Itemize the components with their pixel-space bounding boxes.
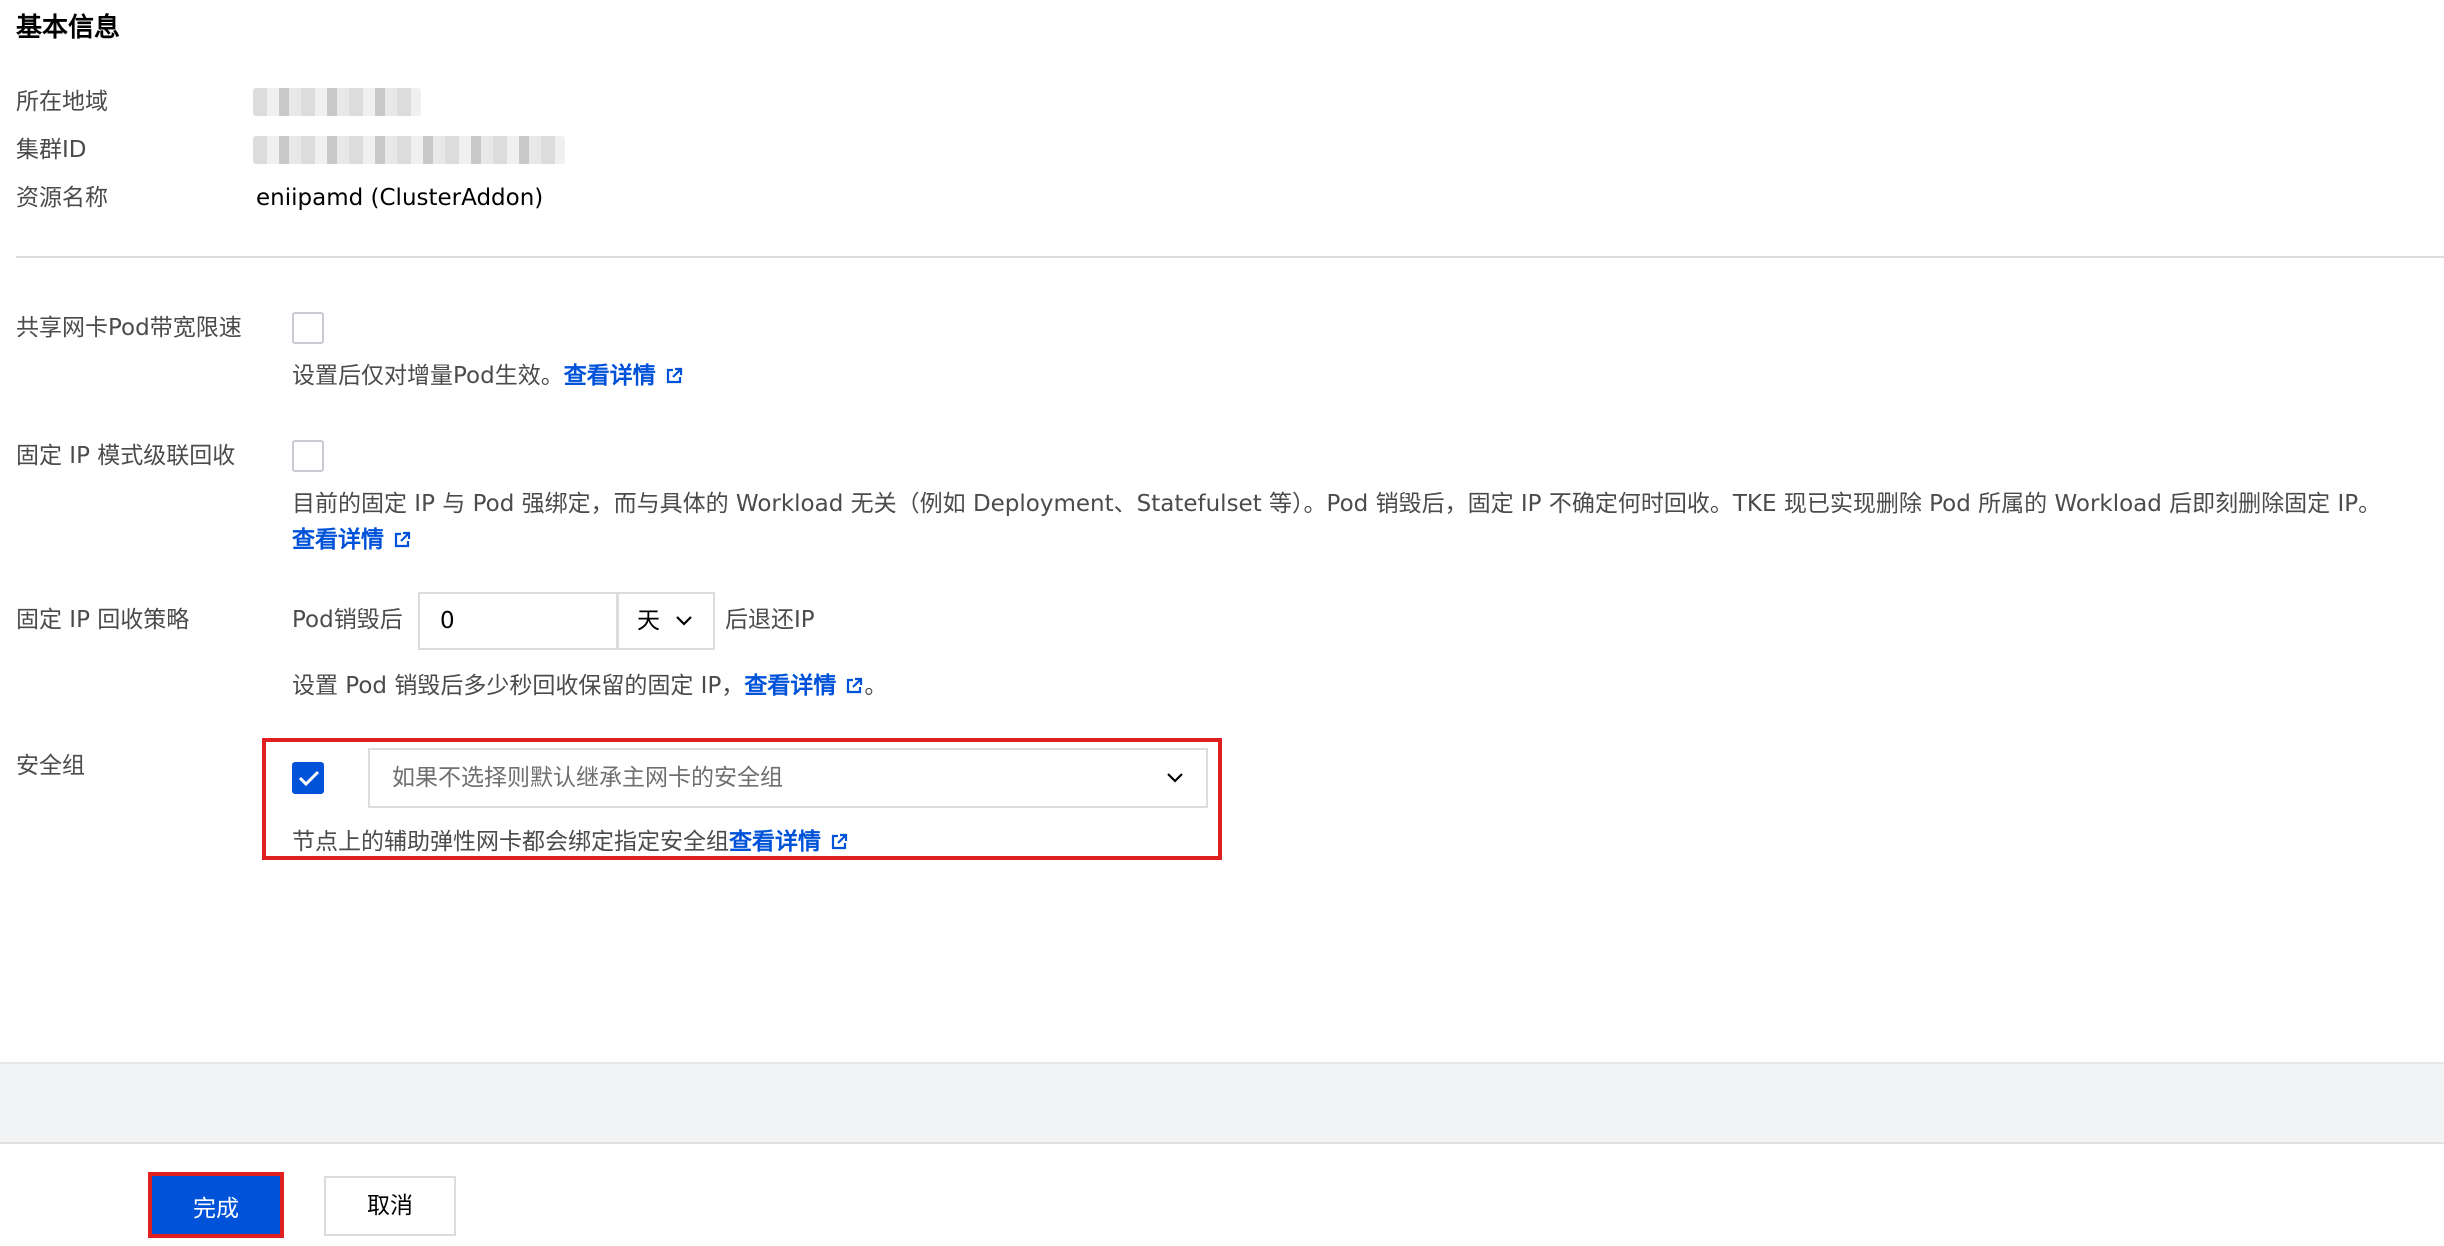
chevron-down-icon bbox=[1167, 773, 1183, 783]
cluster-id-value-redacted bbox=[253, 136, 565, 164]
footer-separator-band bbox=[0, 1062, 2444, 1144]
security-group-details-link-text: 查看详情 bbox=[729, 829, 821, 855]
fixed-ip-policy-label: 固定 IP 回收策略 bbox=[16, 607, 190, 633]
security-group-desc: 节点上的辅助弹性网卡都会绑定指定安全组查看详情 bbox=[292, 826, 849, 858]
fixed-ip-cascade-desc: 目前的固定 IP 与 Pod 强绑定，而与具体的 Workload 无关（例如 … bbox=[292, 491, 2382, 517]
fixed-ip-policy-desc-text: 设置 Pod 销毁后多少秒回收保留的固定 IP， bbox=[292, 673, 745, 699]
fixed-ip-cascade-checkbox[interactable] bbox=[292, 440, 324, 472]
fixed-ip-unit-value: 天 bbox=[637, 608, 660, 634]
cluster-id-label: 集群ID bbox=[16, 137, 87, 163]
fixed-ip-policy-details-link[interactable]: 查看详情 bbox=[744, 673, 864, 699]
security-group-select[interactable]: 如果不选择则默认继承主网卡的安全组 bbox=[368, 748, 1208, 808]
fixed-ip-cascade-link-row: 查看详情 bbox=[292, 524, 412, 556]
security-group-checkbox[interactable] bbox=[292, 762, 324, 794]
fixed-ip-cascade-details-link[interactable]: 查看详情 bbox=[292, 527, 412, 553]
section-divider bbox=[16, 256, 2444, 258]
bandwidth-limit-label: 共享网卡Pod带宽限速 bbox=[16, 315, 242, 341]
bandwidth-limit-checkbox[interactable] bbox=[292, 312, 324, 344]
external-link-icon bbox=[666, 367, 682, 384]
fixed-ip-policy-suffix: 后退还IP bbox=[725, 607, 815, 633]
fixed-ip-policy-desc: 设置 Pod 销毁后多少秒回收保留的固定 IP，查看详情 。 bbox=[292, 670, 887, 702]
fixed-ip-days-value: 0 bbox=[440, 608, 455, 634]
external-link-icon bbox=[394, 531, 411, 548]
bandwidth-limit-desc-text: 设置后仅对增量Pod生效。 bbox=[292, 363, 564, 389]
fixed-ip-cascade-label: 固定 IP 模式级联回收 bbox=[16, 443, 236, 469]
fixed-ip-policy-details-link-text: 查看详情 bbox=[744, 673, 837, 699]
confirm-button[interactable]: 完成 bbox=[148, 1172, 284, 1238]
external-link-icon bbox=[847, 677, 863, 694]
page-title: 基本信息 bbox=[16, 13, 121, 43]
security-group-details-link[interactable]: 查看详情 bbox=[729, 829, 849, 855]
region-value-redacted bbox=[253, 88, 421, 116]
bandwidth-limit-desc: 设置后仅对增量Pod生效。查看详情 bbox=[292, 360, 684, 392]
cancel-button[interactable]: 取消 bbox=[324, 1176, 456, 1236]
fixed-ip-policy-prefix: Pod销毁后 bbox=[292, 607, 403, 633]
cancel-button-label: 取消 bbox=[367, 1193, 413, 1219]
external-link-icon bbox=[831, 833, 848, 850]
fixed-ip-cascade-details-link-text: 查看详情 bbox=[292, 527, 384, 553]
fixed-ip-unit-select[interactable]: 天 bbox=[617, 592, 715, 650]
bandwidth-limit-details-link-text: 查看详情 bbox=[563, 363, 656, 389]
security-group-label: 安全组 bbox=[16, 753, 85, 779]
resource-name-label: 资源名称 bbox=[16, 185, 108, 211]
resource-name-value: eniipamd (ClusterAddon) bbox=[256, 185, 544, 211]
region-label: 所在地域 bbox=[16, 89, 108, 115]
fixed-ip-policy-desc-end: 。 bbox=[864, 673, 888, 699]
bandwidth-limit-details-link[interactable]: 查看详情 bbox=[564, 363, 684, 389]
security-group-placeholder: 如果不选择则默认继承主网卡的安全组 bbox=[392, 765, 783, 791]
chevron-down-icon bbox=[676, 616, 692, 626]
confirm-button-label: 完成 bbox=[193, 1196, 239, 1222]
check-icon bbox=[298, 770, 320, 787]
fixed-ip-days-input[interactable]: 0 bbox=[418, 592, 618, 650]
security-group-desc-text: 节点上的辅助弹性网卡都会绑定指定安全组 bbox=[292, 829, 729, 855]
